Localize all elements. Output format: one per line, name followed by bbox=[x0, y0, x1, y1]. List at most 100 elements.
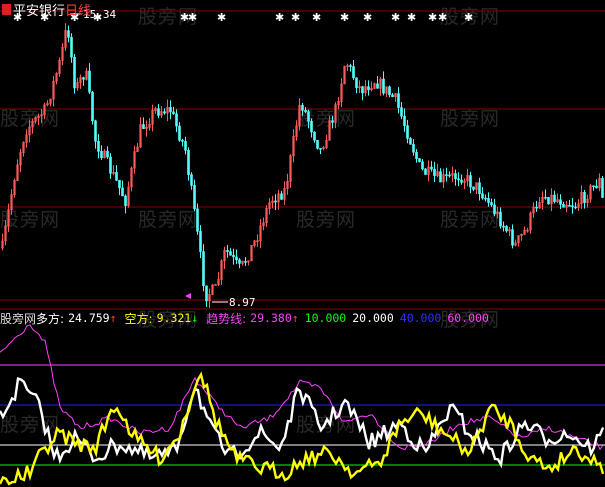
signal-star-icon: ✱ bbox=[275, 11, 284, 24]
indicator-header: 股旁网 多方: 24.759 ↑ 空方: 9.321 ↓ 趋势线: 29.380… bbox=[0, 310, 489, 326]
candle-body bbox=[304, 109, 307, 112]
signal-star-icon: ✱ bbox=[464, 11, 473, 24]
candle-body bbox=[196, 208, 199, 232]
indicator-name[interactable]: 股旁网 bbox=[0, 310, 36, 327]
candle-body bbox=[307, 111, 310, 122]
duofang-label: 多方: bbox=[36, 311, 65, 326]
indicator-chart[interactable] bbox=[0, 308, 605, 487]
candle-body bbox=[226, 250, 229, 252]
qushi-value: 29.380 bbox=[250, 311, 292, 325]
candle-body bbox=[535, 206, 538, 209]
signal-star-icon: ✱ bbox=[188, 11, 197, 24]
level-40-value: 40.000 bbox=[399, 311, 442, 325]
candle-body bbox=[205, 285, 208, 302]
qushi-arrow: ↑ bbox=[291, 311, 299, 325]
candle-body bbox=[73, 56, 76, 89]
candle-body bbox=[163, 111, 166, 114]
candle-body bbox=[172, 111, 175, 115]
level-60-value: 60.000 bbox=[447, 311, 489, 325]
candle-body bbox=[232, 254, 235, 258]
candle-body bbox=[91, 91, 94, 122]
candle-body bbox=[421, 161, 424, 170]
candle-body bbox=[319, 148, 322, 150]
signal-star-icon: ✱ bbox=[363, 11, 372, 24]
candle-body bbox=[109, 156, 112, 174]
indicator-panel[interactable] bbox=[0, 308, 605, 487]
candle-body bbox=[181, 139, 184, 142]
candle-body bbox=[349, 65, 352, 67]
candle-body bbox=[331, 120, 334, 123]
candle-body bbox=[574, 206, 577, 209]
candle-body bbox=[457, 178, 460, 181]
candle-body bbox=[487, 198, 490, 203]
candle-body bbox=[175, 113, 178, 127]
candle-body bbox=[244, 261, 247, 263]
candle-body bbox=[505, 226, 508, 232]
candle-body bbox=[388, 86, 391, 96]
cursor-marker-icon bbox=[185, 293, 191, 299]
candle-body bbox=[361, 86, 364, 94]
candle-body bbox=[400, 107, 403, 117]
candle-body bbox=[439, 171, 442, 183]
candle-body bbox=[592, 185, 595, 188]
candle-body bbox=[490, 202, 493, 206]
candle-body bbox=[310, 120, 313, 133]
candle-body bbox=[595, 185, 598, 189]
candle-body bbox=[100, 151, 103, 159]
candle-body bbox=[178, 125, 181, 141]
kongfang-label: 空方: bbox=[124, 311, 153, 326]
candle-body bbox=[409, 138, 412, 145]
candle-body bbox=[445, 174, 448, 176]
candle-body bbox=[553, 194, 556, 202]
candle-body bbox=[70, 37, 73, 58]
candle-body bbox=[88, 70, 91, 93]
price-panel[interactable]: ✱ ✱ ✱ ✱ ✱ ✱ ✱ ✱ ✱ ✱ ✱ ✱ ✱ ✱ ✱ ✱ ✱ 15.34 8.97 bbox=[0, 0, 605, 308]
chart-window[interactable]: 股旁网 股旁网 股旁网 股旁网 股旁网 股旁网 股旁网 股旁网 股旁网 股旁网 … bbox=[0, 0, 605, 487]
candle-body bbox=[355, 77, 358, 88]
candle-body bbox=[403, 115, 406, 126]
candle-body bbox=[583, 192, 586, 203]
candle-body bbox=[106, 150, 109, 158]
candle-body bbox=[82, 77, 85, 80]
candle-body bbox=[424, 168, 427, 175]
kongfang-value: 9.321 bbox=[156, 311, 192, 325]
candle-body bbox=[391, 94, 394, 98]
candle-body bbox=[601, 177, 604, 198]
candle-body bbox=[121, 187, 124, 197]
candle-body bbox=[301, 104, 304, 111]
candle-body bbox=[472, 186, 475, 190]
kongfang-arrow: ↓ bbox=[191, 311, 199, 325]
duofang-arrow: ↑ bbox=[109, 311, 117, 325]
low-price-label: 8.97 bbox=[229, 296, 256, 308]
candle-body bbox=[280, 193, 283, 200]
candle-body bbox=[418, 158, 421, 163]
candle-body bbox=[367, 86, 370, 91]
candle-body bbox=[571, 205, 574, 208]
trend-line-series bbox=[0, 324, 604, 451]
candle-body bbox=[448, 174, 451, 177]
candle-body bbox=[502, 225, 505, 228]
level-10-value: 10.000 bbox=[304, 311, 347, 325]
candle-body bbox=[499, 211, 502, 227]
period-label[interactable]: 日线 bbox=[65, 0, 91, 19]
candle-body bbox=[568, 204, 571, 207]
candle-body bbox=[382, 78, 385, 94]
qushi-label: 趋势线: bbox=[206, 311, 247, 326]
signal-star-icon: ✱ bbox=[428, 11, 437, 24]
candle-body bbox=[433, 168, 436, 176]
candlestick-chart[interactable]: ✱ ✱ ✱ ✱ ✱✱ ✱ ✱ ✱ ✱ ✱ ✱ ✱ ✱ ✱ ✱ ✱15.348.97 bbox=[0, 0, 605, 308]
signal-star-icon: ✱ bbox=[438, 11, 447, 24]
candle-body bbox=[115, 172, 118, 181]
stock-marker-icon bbox=[2, 3, 11, 15]
candle-body bbox=[229, 251, 232, 256]
candle-body bbox=[544, 196, 547, 199]
candle-body bbox=[142, 124, 145, 129]
candle-body bbox=[547, 197, 550, 205]
candle-body bbox=[202, 251, 205, 287]
candle-body bbox=[235, 256, 238, 261]
candle-body bbox=[430, 166, 433, 170]
candle-body bbox=[169, 107, 172, 113]
candle-body bbox=[238, 259, 241, 264]
candle-body bbox=[469, 175, 472, 188]
signal-star-icon: ✱ bbox=[217, 11, 226, 24]
